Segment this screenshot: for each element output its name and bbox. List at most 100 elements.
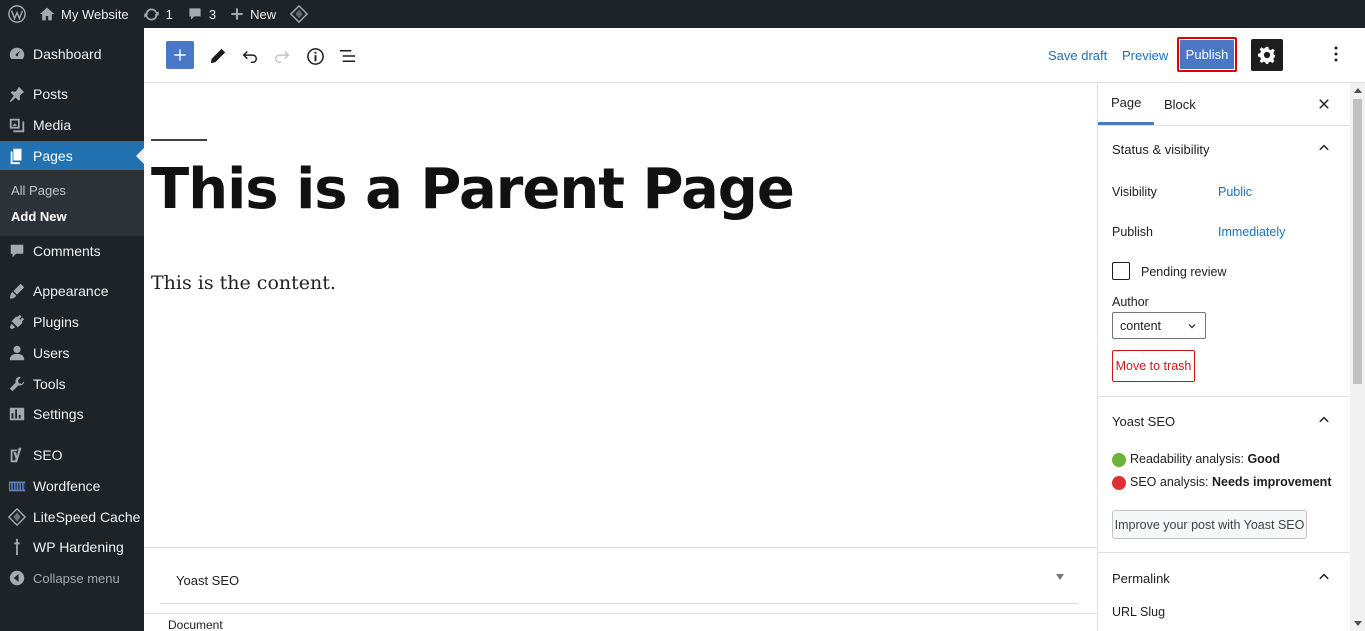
hardening-icon [7, 537, 27, 557]
admin-sidebar: Dashboard Posts Media Pages All Pages Ad… [0, 28, 144, 631]
menu-label: Media [33, 117, 72, 133]
menu-appearance[interactable]: Appearance [0, 276, 144, 306]
panel-title: Status & visibility [1112, 142, 1210, 157]
list-view-icon [339, 49, 355, 62]
pin-icon [7, 84, 27, 104]
comments-link[interactable]: 3 [180, 0, 223, 28]
yoast-seo-metabox[interactable]: Yoast SEO [160, 548, 1078, 604]
collapse-icon [7, 568, 27, 588]
readability-analysis[interactable]: Readability analysis: Good [1130, 452, 1280, 466]
menu-label: Appearance [33, 283, 109, 299]
settings-scrollbar[interactable] [1350, 83, 1365, 631]
preview-button[interactable]: Preview [1122, 48, 1168, 63]
wordpress-logo-button[interactable] [0, 0, 33, 28]
scroll-down-arrow-icon[interactable] [1354, 621, 1362, 626]
author-label: Author [1112, 295, 1149, 309]
updates-count: 1 [165, 6, 173, 22]
pencil-icon [210, 48, 226, 64]
admin-bar: My Website 1 3 New [0, 0, 1365, 28]
chevron-up-icon [1319, 144, 1329, 151]
block-inserter-button[interactable] [166, 41, 194, 69]
litespeed-adminbar-button[interactable] [283, 0, 315, 28]
visibility-toggle[interactable]: Public [1218, 185, 1252, 199]
menu-tools[interactable]: Tools [0, 369, 144, 399]
menu-wp-hardening[interactable]: WP Hardening [0, 532, 144, 562]
new-content-link[interactable]: New [223, 0, 283, 28]
menu-pages[interactable]: Pages [0, 141, 144, 171]
submenu-all-pages[interactable]: All Pages [11, 183, 66, 198]
save-draft-button[interactable]: Save draft [1048, 48, 1107, 63]
menu-posts[interactable]: Posts [0, 79, 144, 109]
status-visibility-panel-toggle[interactable]: Status & visibility [1098, 126, 1350, 170]
gear-icon [1258, 46, 1276, 64]
menu-wordfence[interactable]: Wordfence [0, 471, 144, 501]
media-icon [7, 115, 27, 135]
menu-litespeed-cache[interactable]: LiteSpeed Cache [0, 502, 144, 532]
pending-review-checkbox[interactable] [1112, 262, 1130, 280]
dashboard-icon [7, 44, 27, 64]
publish-button[interactable]: Publish [1177, 37, 1237, 72]
paragraph-block[interactable]: This is the content. [151, 272, 336, 294]
move-to-trash-button[interactable]: Move to trash [1112, 350, 1195, 382]
menu-dashboard[interactable]: Dashboard [0, 39, 144, 69]
smiley-good-icon [1112, 453, 1126, 467]
updates-icon [143, 8, 159, 20]
post-title[interactable]: This is a Parent Page [151, 157, 795, 223]
chevron-up-icon [1319, 416, 1329, 423]
updates-link[interactable]: 1 [136, 0, 180, 28]
author-select[interactable]: content [1112, 312, 1206, 339]
menu-label: WP Hardening [33, 539, 124, 555]
pages-submenu: All Pages Add New [0, 170, 144, 236]
scrollbar-thumb[interactable] [1353, 99, 1362, 384]
chevron-up-icon [1319, 573, 1329, 580]
plus-icon [231, 8, 243, 20]
menu-label: Plugins [33, 314, 79, 330]
improve-label: Improve your post with Yoast SEO [1114, 517, 1305, 532]
pending-review-label: Pending review [1141, 265, 1227, 279]
trash-label: Move to trash [1115, 359, 1192, 373]
panel-tabs: Page Block [1098, 83, 1350, 126]
tools-button[interactable] [206, 44, 230, 68]
menu-plugins[interactable]: Plugins [0, 307, 144, 337]
more-options-button[interactable] [1324, 42, 1348, 66]
tab-page[interactable]: Page [1098, 83, 1155, 125]
litespeed-icon [290, 5, 309, 23]
caret-down-icon [1056, 574, 1064, 580]
editor-canvas: This is a Parent Page This is the conten… [144, 83, 1097, 547]
site-name-link[interactable]: My Website [33, 0, 136, 28]
tab-block[interactable]: Block [1151, 83, 1209, 126]
yoast-panel-toggle[interactable]: Yoast SEO [1098, 398, 1350, 442]
close-settings-button[interactable] [1317, 97, 1333, 113]
undo-button[interactable] [238, 44, 262, 68]
undo-icon [242, 50, 258, 64]
permalink-panel-toggle[interactable]: Permalink [1098, 555, 1350, 599]
wordpress-icon [8, 5, 26, 23]
author-value: content [1120, 318, 1162, 333]
separator-block[interactable] [151, 139, 207, 141]
breadcrumb-document[interactable]: Document [168, 618, 223, 631]
tab-label: Page [1111, 95, 1142, 110]
menu-comments[interactable]: Comments [0, 236, 144, 266]
new-label: New [250, 6, 277, 22]
menu-seo[interactable]: SEO [0, 440, 144, 470]
redo-button[interactable] [270, 44, 294, 68]
home-icon [39, 7, 55, 21]
scroll-up-arrow-icon[interactable] [1354, 88, 1362, 93]
menu-settings[interactable]: Settings [0, 399, 144, 429]
menu-users[interactable]: Users [0, 338, 144, 368]
publish-date-toggle[interactable]: Immediately [1218, 225, 1285, 239]
collapse-menu-button[interactable]: Collapse menu [0, 563, 144, 593]
user-icon [7, 343, 27, 363]
submenu-add-new[interactable]: Add New [11, 209, 67, 224]
settings-toggle-button[interactable] [1251, 39, 1283, 71]
seo-value: Needs improvement [1212, 475, 1332, 489]
seo-analysis[interactable]: SEO analysis: Needs improvement [1130, 475, 1331, 489]
menu-media[interactable]: Media [0, 110, 144, 140]
metabox-area: Yoast SEO [144, 547, 1097, 613]
list-view-button[interactable] [335, 44, 359, 68]
details-button[interactable] [303, 44, 327, 68]
block-breadcrumb-bar: Document [144, 613, 1097, 631]
improve-with-yoast-button[interactable]: Improve your post with Yoast SEO [1112, 510, 1307, 539]
chevron-down-icon [1188, 324, 1196, 329]
info-icon [306, 47, 324, 65]
